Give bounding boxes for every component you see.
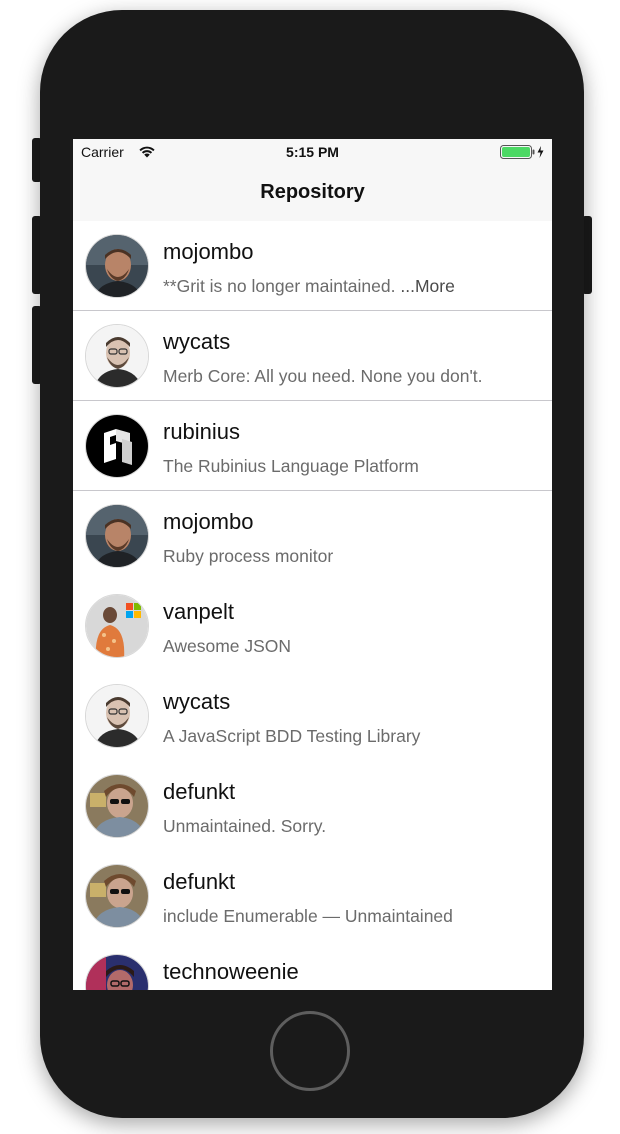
repo-owner: mojombo xyxy=(163,239,254,264)
mojombo-avatar xyxy=(85,234,149,298)
repo-description: Merb Core: All you need. None you don't. xyxy=(163,366,483,386)
repo-owner: technoweenie xyxy=(163,959,299,984)
repo-description: Ruby process monitor xyxy=(163,546,334,566)
navigation-bar: Repository xyxy=(73,167,552,221)
technoweenie-avatar xyxy=(85,954,149,990)
repo-description: **Grit is no longer maintained. ...More xyxy=(163,276,455,297)
clock-label: 5:15 PM xyxy=(286,144,339,160)
status-bar: Carrier 5:15 PM xyxy=(73,139,552,167)
list-item[interactable]: defunkt include Enumerable — Unmaintaine… xyxy=(73,851,552,941)
repo-description: The Rubinius Language Platform xyxy=(163,456,419,476)
repo-owner: defunkt xyxy=(163,779,236,804)
mojombo-avatar xyxy=(85,504,149,568)
list-item[interactable]: wycats A JavaScript BDD Testing Library xyxy=(73,671,552,761)
page: Carrier 5:15 PM Repository mojombo **Gri… xyxy=(0,0,620,1134)
list-item[interactable]: rubinius The Rubinius Language Platform xyxy=(73,401,552,491)
repo-description: include Enumerable — Unmaintained xyxy=(163,906,453,926)
repo-owner: wycats xyxy=(163,689,231,714)
wycats-avatar xyxy=(85,324,149,388)
more-link[interactable]: ...More xyxy=(400,276,454,296)
defunkt-avatar xyxy=(85,864,149,928)
repo-owner: vanpelt xyxy=(163,599,234,624)
page-title: Repository xyxy=(260,181,365,203)
battery-charging-icon xyxy=(500,145,544,159)
list-item[interactable]: technoweenie xyxy=(73,941,552,990)
screen: Carrier 5:15 PM Repository mojombo **Gri… xyxy=(73,139,552,990)
repo-owner: wycats xyxy=(163,329,231,354)
list-item[interactable]: defunkt Unmaintained. Sorry. xyxy=(73,761,552,851)
repo-owner: rubinius xyxy=(163,419,241,444)
repo-description: A JavaScript BDD Testing Library xyxy=(163,726,421,746)
list-item[interactable]: mojombo **Grit is no longer maintained. … xyxy=(73,221,552,311)
list-item[interactable]: vanpelt Awesome JSON xyxy=(73,581,552,671)
rubinius-avatar xyxy=(85,414,149,478)
repository-list[interactable]: mojombo **Grit is no longer maintained. … xyxy=(73,221,552,990)
list-item[interactable]: mojombo Ruby process monitor xyxy=(73,491,552,581)
repo-description: Awesome JSON xyxy=(163,636,292,656)
repo-description-text: **Grit is no longer maintained. xyxy=(163,276,396,296)
repo-owner: defunkt xyxy=(163,869,236,894)
vanpelt-avatar xyxy=(85,594,149,658)
wycats-avatar xyxy=(85,684,149,748)
repo-description: Unmaintained. Sorry. xyxy=(163,816,327,836)
home-button[interactable] xyxy=(270,1011,350,1091)
list-item[interactable]: wycats Merb Core: All you need. None you… xyxy=(73,311,552,401)
repo-owner: mojombo xyxy=(163,509,254,534)
defunkt-avatar xyxy=(85,774,149,838)
